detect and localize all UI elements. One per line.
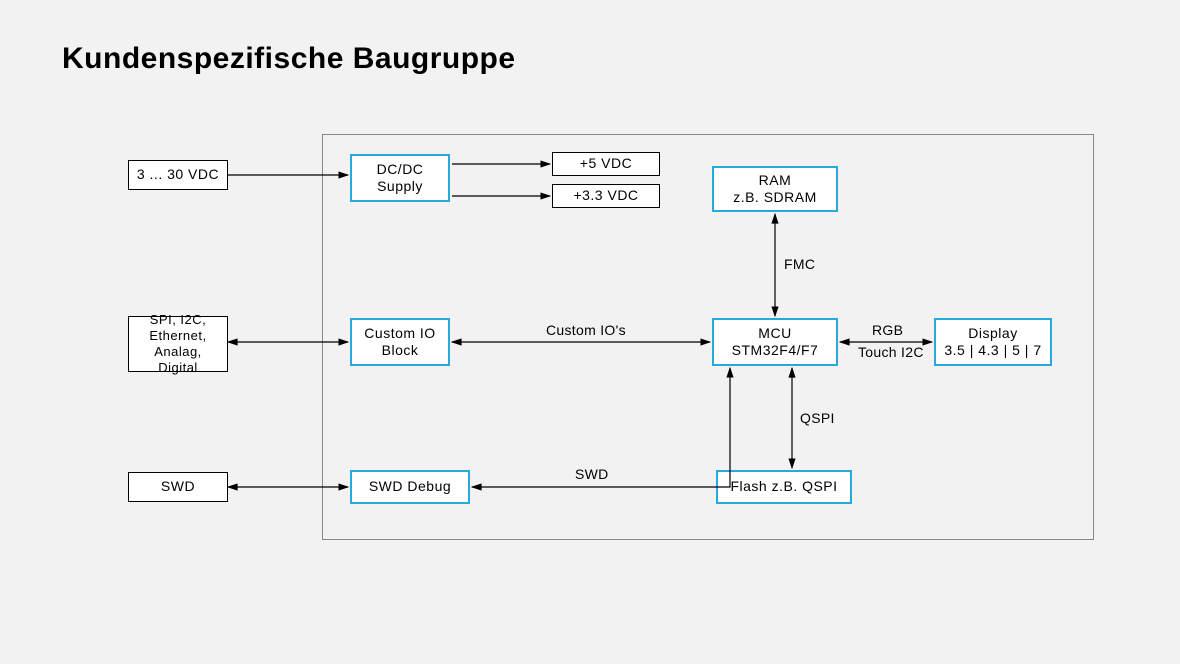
- ext-swd-box: SWD: [128, 472, 228, 502]
- mcu-block: MCU STM32F4/F7: [712, 318, 838, 366]
- ext-io-box: SPI, I2C, Ethernet, Analag, Digital: [128, 316, 228, 372]
- swddebug-label: SWD Debug: [369, 478, 451, 496]
- v33-label: +3.3 VDC: [573, 187, 638, 205]
- ram-block: RAM z.B. SDRAM: [712, 166, 838, 212]
- customio-block: Custom IO Block: [350, 318, 450, 366]
- ext-swd-label: SWD: [161, 478, 195, 496]
- swd-label: SWD: [575, 466, 609, 482]
- v33-block: +3.3 VDC: [552, 184, 660, 208]
- v5-block: +5 VDC: [552, 152, 660, 176]
- qspi-label: QSPI: [800, 410, 835, 426]
- customios-label: Custom IO's: [546, 322, 626, 338]
- fmc-label: FMC: [784, 256, 815, 272]
- dcdc-block: DC/DC Supply: [350, 154, 450, 202]
- touch-label: Touch I2C: [858, 344, 924, 360]
- ram-label: RAM z.B. SDRAM: [733, 172, 817, 207]
- ext-io-label: SPI, I2C, Ethernet, Analag, Digital: [135, 312, 221, 377]
- mcu-label: MCU STM32F4/F7: [732, 325, 819, 360]
- swddebug-block: SWD Debug: [350, 470, 470, 504]
- display-label: Display 3.5 | 4.3 | 5 | 7: [944, 325, 1041, 360]
- page-title: Kundenspezifische Baugruppe: [62, 42, 516, 76]
- customio-label: Custom IO Block: [364, 325, 435, 360]
- flash-label: Flash z.B. QSPI: [730, 478, 837, 496]
- ext-power-label: 3 ... 30 VDC: [137, 166, 219, 184]
- display-block: Display 3.5 | 4.3 | 5 | 7: [934, 318, 1052, 366]
- flash-block: Flash z.B. QSPI: [716, 470, 852, 504]
- v5-label: +5 VDC: [580, 155, 632, 173]
- ext-power-box: 3 ... 30 VDC: [128, 160, 228, 190]
- rgb-label: RGB: [872, 322, 903, 338]
- dcdc-label: DC/DC Supply: [377, 161, 424, 196]
